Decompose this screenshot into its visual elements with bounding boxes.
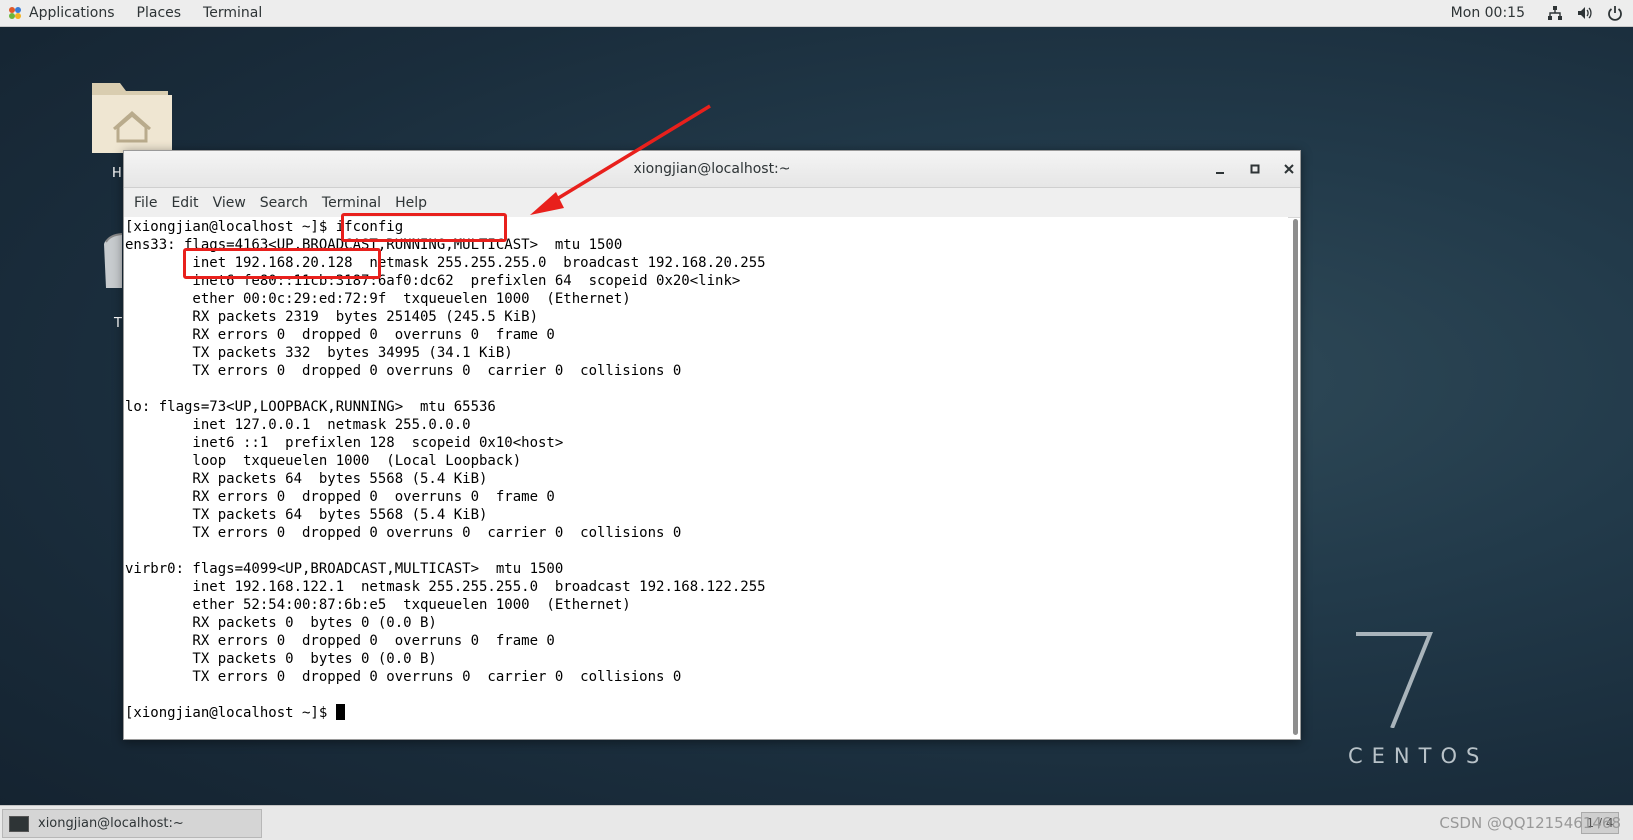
- terminal-line: ether 00:0c:29:ed:72:9f txqueuelen 1000 …: [125, 291, 631, 307]
- terminal-line: virbr0: flags=4099<UP,BROADCAST,MULTICAS…: [125, 561, 564, 577]
- terminal-line: loop txqueuelen 1000 (Local Loopback): [125, 453, 522, 469]
- terminal-line: lo: flags=73<UP,LOOPBACK,RUNNING> mtu 65…: [125, 399, 496, 415]
- home-folder-icon[interactable]: [88, 75, 172, 155]
- volume-icon[interactable]: [1577, 5, 1593, 21]
- highlight-inet-address: [183, 248, 381, 279]
- menu-view[interactable]: View: [206, 195, 253, 211]
- centos-wordmark: CENTOS: [1348, 744, 1489, 768]
- terminal-line: RX errors 0 dropped 0 overruns 0 frame 0: [125, 633, 555, 649]
- clock[interactable]: Mon 00:15: [1451, 5, 1525, 21]
- terminal-output[interactable]: [xiongjian@localhost ~]$ ifconfig ens33:…: [124, 217, 1288, 739]
- csdn-watermark: CSDN @QQ1215461468: [1439, 814, 1621, 832]
- terminal-line: TX errors 0 dropped 0 overruns 0 carrier…: [125, 669, 682, 685]
- terminal-window[interactable]: xiongjian@localhost:~ File Edit View Sea…: [123, 150, 1301, 740]
- top-panel: Applications Places Terminal Mon 00:15: [0, 0, 1633, 27]
- taskbar-terminal-item[interactable]: xiongjian@localhost:~: [2, 809, 262, 838]
- terminal-line: TX packets 64 bytes 5568 (5.4 KiB): [125, 507, 488, 523]
- terminal-line: TX errors 0 dropped 0 overruns 0 carrier…: [125, 525, 682, 541]
- highlight-ifconfig-command: [341, 213, 507, 242]
- terminal-cursor: [335, 704, 345, 720]
- terminal-line: ether 52:54:00:87:6b:e5 txqueuelen 1000 …: [125, 597, 631, 613]
- minimize-button[interactable]: [1210, 159, 1230, 179]
- close-button[interactable]: [1279, 159, 1299, 179]
- terminal-app-menu[interactable]: Terminal: [192, 0, 273, 26]
- trash-label: T: [114, 316, 122, 331]
- menu-file[interactable]: File: [127, 195, 164, 211]
- terminal-line: [xiongjian@localhost ~]$ ifconfig: [125, 219, 404, 235]
- red-arrow-annotation: [530, 104, 711, 215]
- scrollbar-thumb[interactable]: [1293, 219, 1298, 735]
- terminal-line: RX errors 0 dropped 0 overruns 0 frame 0: [125, 327, 555, 343]
- terminal-scrollbar[interactable]: [1291, 217, 1299, 737]
- home-label: H: [112, 166, 122, 181]
- network-icon[interactable]: [1547, 5, 1563, 21]
- close-icon: [1284, 164, 1294, 174]
- places-menu[interactable]: Places: [126, 0, 193, 26]
- terminal-line: RX errors 0 dropped 0 overruns 0 frame 0: [125, 489, 555, 505]
- trash-icon[interactable]: [100, 230, 122, 290]
- menu-search[interactable]: Search: [253, 195, 315, 211]
- menu-terminal[interactable]: Terminal: [315, 195, 388, 211]
- terminal-line: TX packets 332 bytes 34995 (34.1 KiB): [125, 345, 513, 361]
- terminal-line: RX packets 0 bytes 0 (0.0 B): [125, 615, 437, 631]
- terminal-prompt: [xiongjian@localhost ~]$: [125, 705, 336, 721]
- minimize-icon: [1216, 172, 1224, 174]
- terminal-line: inet 192.168.122.1 netmask 255.255.255.0…: [125, 579, 766, 595]
- terminal-line: inet6 ::1 prefixlen 128 scopeid 0x10<hos…: [125, 435, 564, 451]
- terminal-line: RX packets 64 bytes 5568 (5.4 KiB): [125, 471, 488, 487]
- taskbar-item-label: xiongjian@localhost:~: [38, 816, 184, 831]
- terminal-line: TX errors 0 dropped 0 overruns 0 carrier…: [125, 363, 682, 379]
- applications-menu[interactable]: Applications: [18, 0, 126, 26]
- terminal-line: TX packets 0 bytes 0 (0.0 B): [125, 651, 437, 667]
- menu-help[interactable]: Help: [388, 195, 434, 211]
- terminal-line: RX packets 2319 bytes 251405 (245.5 KiB): [125, 309, 539, 325]
- menu-edit[interactable]: Edit: [164, 195, 205, 211]
- power-icon[interactable]: [1607, 5, 1623, 21]
- maximize-button[interactable]: [1245, 159, 1265, 179]
- terminal-icon: [9, 815, 29, 832]
- bottom-taskbar: xiongjian@localhost:~ 1 / 4 CSDN @QQ1215…: [0, 805, 1633, 840]
- terminal-line: inet 127.0.0.1 netmask 255.0.0.0: [125, 417, 471, 433]
- maximize-icon: [1250, 164, 1260, 174]
- centos-version-mark: [1356, 632, 1433, 728]
- terminal-prompt-line[interactable]: [xiongjian@localhost ~]$: [125, 704, 1288, 722]
